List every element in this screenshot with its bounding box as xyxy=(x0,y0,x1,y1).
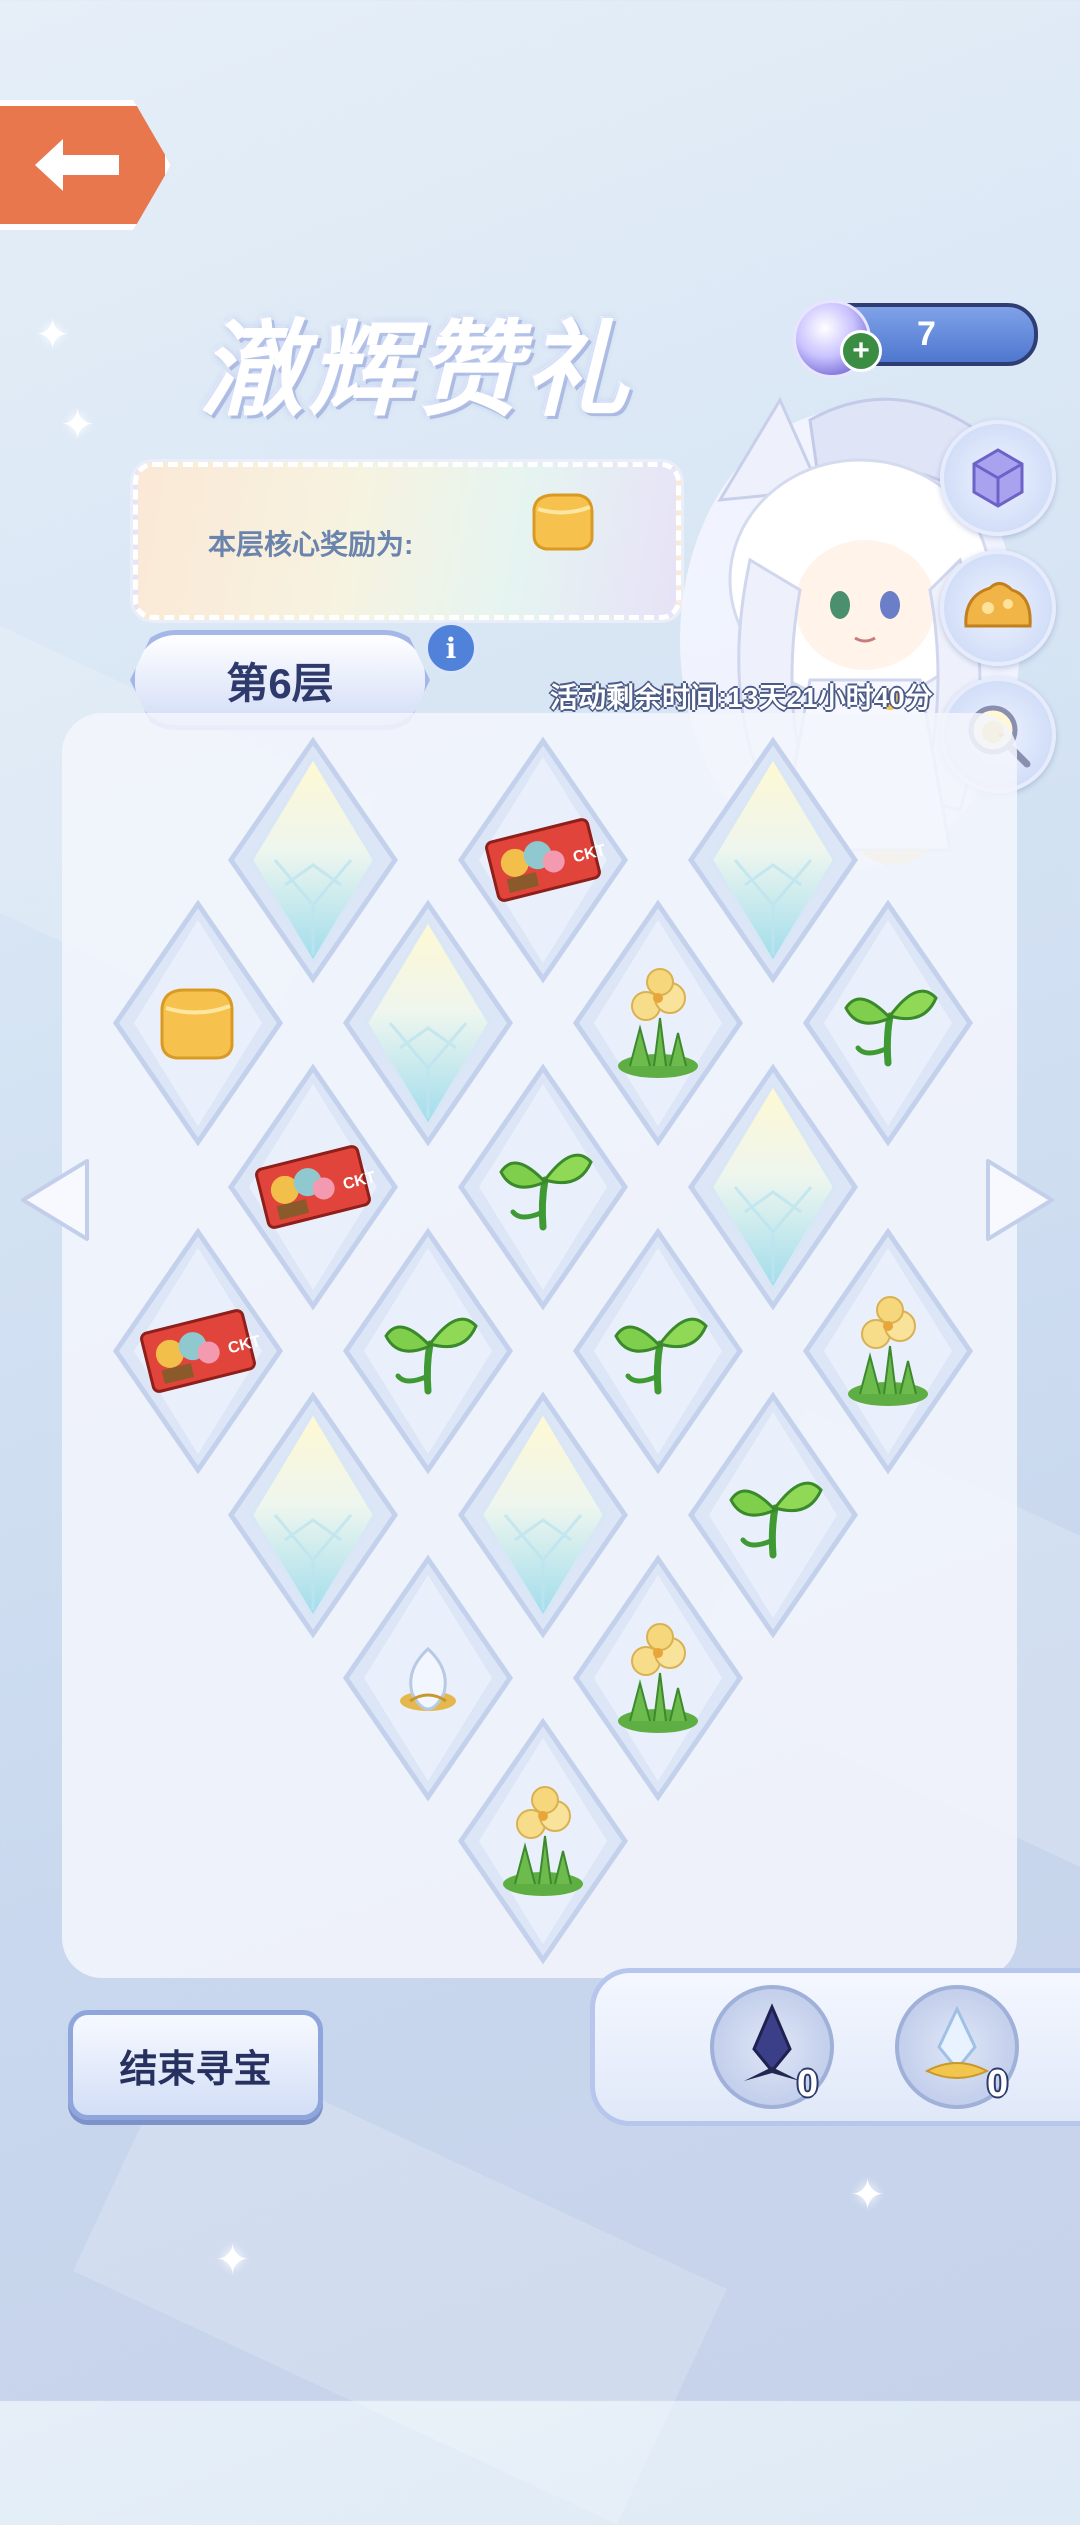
core-reward-panel: 本层核心奖励为: xyxy=(133,462,681,620)
back-button[interactable] xyxy=(0,100,171,230)
dark-crystal-count: 0 xyxy=(797,2063,819,2105)
gem-cube-icon xyxy=(972,448,1024,508)
sparkle-icon: ✦ xyxy=(215,2236,251,2283)
golden-treasure-icon xyxy=(964,582,1032,628)
gem-shop-button[interactable] xyxy=(940,420,1056,536)
back-arrow-icon xyxy=(34,139,119,191)
end-treasure-hunt-label: 结束寻宝 xyxy=(119,2048,272,2091)
add-currency-button[interactable]: + xyxy=(840,330,882,372)
sparkle-icon: ✦ xyxy=(850,2171,886,2218)
previous-floor-arrow[interactable] xyxy=(15,1155,93,1245)
end-treasure-hunt-button[interactable]: 结束寻宝 xyxy=(68,2010,323,2120)
currency-amount: 7 xyxy=(917,315,936,353)
floor-label: 第6层 xyxy=(226,659,334,707)
cheese-icon xyxy=(532,493,594,551)
info-icon[interactable]: i xyxy=(425,622,477,674)
event-timer: 活动剩余时间:13天21小时40分 xyxy=(550,682,933,713)
light-crystal-count: 0 xyxy=(987,2063,1009,2105)
sparkle-icon: ✦ xyxy=(60,401,96,448)
board-tile-flower[interactable] xyxy=(455,1716,631,1966)
treasure-button[interactable] xyxy=(940,550,1056,666)
event-title: 澈辉赞礼 xyxy=(200,308,633,431)
sparkle-icon: ✦ xyxy=(35,311,71,358)
next-floor-arrow[interactable] xyxy=(982,1155,1060,1245)
core-reward-label: 本层核心奖励为: xyxy=(208,529,414,560)
inventory-panel: 0 0 xyxy=(590,1968,1080,2126)
